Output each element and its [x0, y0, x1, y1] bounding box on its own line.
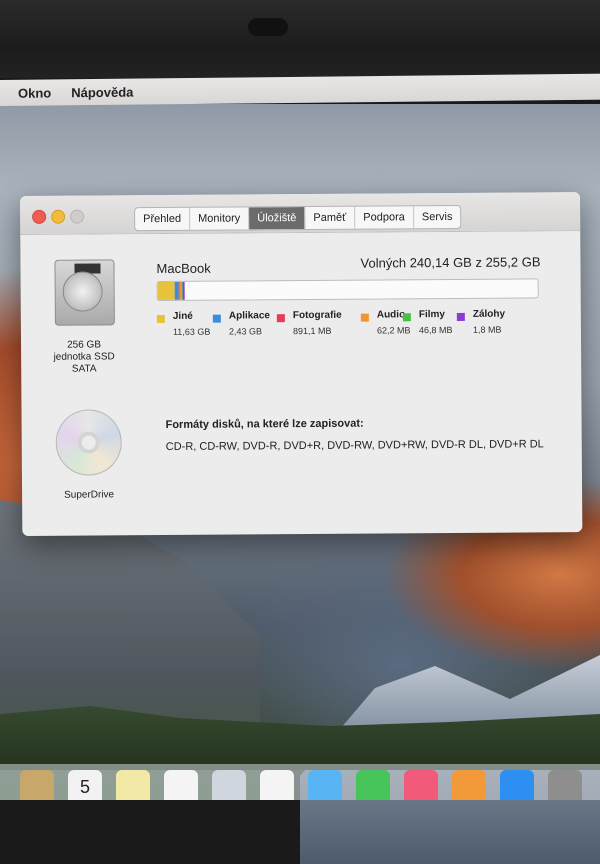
legend-swatch	[157, 315, 165, 323]
ssd-type: jednotka SSD	[39, 351, 129, 364]
legend-value: 11,63 GB	[173, 327, 210, 337]
legend-value: 62,2 MB	[377, 325, 411, 335]
legend-value: 2,43 GB	[229, 326, 262, 336]
tab-servis[interactable]: Servis	[414, 206, 461, 228]
screen-bezel	[0, 0, 600, 78]
system-info-window: Přehled Monitory Úložiště Paměť Podpora …	[20, 192, 582, 536]
ssd-capacity: 256 GB	[39, 339, 129, 352]
minimize-button[interactable]	[51, 210, 65, 224]
tab-podpora[interactable]: Podpora	[355, 206, 414, 228]
legend-label: Aplikace	[229, 310, 270, 321]
calendar-app-icon[interactable]: 5	[68, 770, 102, 800]
volume-free-space: Volných 240,14 GB z 255,2 GB	[360, 254, 540, 270]
writable-formats-title: Formáty disků, na které lze zapisovat:	[166, 418, 364, 431]
legend-swatch	[457, 313, 465, 321]
tab-prehled[interactable]: Přehled	[135, 208, 190, 230]
legend-value: 1,8 MB	[473, 325, 502, 335]
menu-bar: Okno Nápověda	[0, 74, 600, 106]
legend-label: Fotografie	[293, 310, 342, 321]
tab-pamet[interactable]: Paměť	[305, 207, 355, 229]
legend-swatch	[361, 314, 369, 322]
legend-label: Filmy	[419, 309, 445, 320]
hard-drive-icon[interactable]	[54, 259, 114, 325]
contacts-app-icon[interactable]	[20, 770, 54, 800]
close-button[interactable]	[32, 210, 46, 224]
zoom-button[interactable]	[70, 210, 84, 224]
tab-bar: Přehled Monitory Úložiště Paměť Podpora …	[134, 205, 461, 231]
volume-name: MacBook	[156, 261, 210, 276]
ssd-interface: SATA	[39, 363, 129, 376]
camera-icon	[248, 18, 288, 36]
optical-disc-icon[interactable]	[55, 409, 121, 475]
window-titlebar[interactable]: Přehled Monitory Úložiště Paměť Podpora …	[20, 192, 580, 235]
tab-monitory[interactable]: Monitory	[190, 207, 249, 229]
legend-swatch	[213, 315, 221, 323]
writable-formats-list: CD-R, CD-RW, DVD-R, DVD+R, DVD-RW, DVD+R…	[166, 438, 544, 453]
legend-value: 46,8 MB	[419, 325, 453, 335]
itunes-app-icon[interactable]	[404, 770, 438, 800]
legend-swatch	[403, 313, 411, 321]
notes-app-icon[interactable]	[116, 770, 150, 800]
legend-label: Audio	[377, 309, 405, 320]
messages-app-icon[interactable]	[308, 770, 342, 800]
storage-segment-0	[158, 282, 175, 300]
photos-app-icon[interactable]	[260, 770, 294, 800]
reminders-app-icon[interactable]	[164, 770, 198, 800]
drive-platter	[63, 271, 103, 311]
ssd-label: 256 GB jednotka SSD SATA	[39, 339, 129, 376]
preview-app-icon[interactable]	[212, 770, 246, 800]
facetime-app-icon[interactable]	[356, 770, 390, 800]
storage-legend: Jiné 11,63 GB Aplikace 2,43 GB Fotografie 891…	[157, 308, 537, 345]
menu-item-napoveda[interactable]: Nápověda	[71, 84, 133, 100]
storage-usage-bar	[157, 278, 539, 301]
superdrive-label: SuperDrive	[44, 489, 134, 502]
tab-uloziste[interactable]: Úložiště	[249, 207, 305, 229]
legend-label: Zálohy	[473, 309, 505, 320]
menu-item-okno[interactable]: Okno	[18, 85, 51, 100]
legend-swatch	[277, 314, 285, 322]
app-store-icon[interactable]	[500, 770, 534, 800]
legend-label: Jiné	[173, 311, 193, 322]
ibooks-app-icon[interactable]	[452, 770, 486, 800]
system-preferences-icon[interactable]	[548, 770, 582, 800]
storage-segment-5	[183, 282, 185, 300]
disc-center-hole	[82, 435, 96, 449]
legend-value: 891,1 MB	[293, 326, 332, 336]
